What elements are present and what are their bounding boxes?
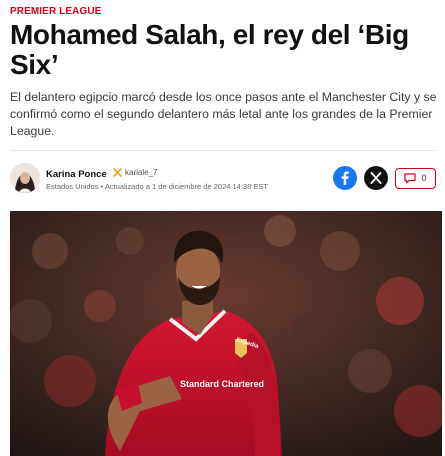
author-name[interactable]: Karina Ponce <box>46 169 107 180</box>
author-x-handle[interactable]: kariale_7 <box>113 168 157 177</box>
byline: Karina Ponce kariale_7 Estados Unidos • … <box>10 163 440 197</box>
jersey-sponsor: Standard Chartered <box>180 379 264 389</box>
article-headline: Mohamed Salah, el rey del ‘Big Six’ <box>10 19 409 80</box>
article-page: PREMIER LEAGUE Mohamed Salah, el rey del… <box>0 0 445 456</box>
comments-button[interactable]: 0 <box>395 167 436 189</box>
x-share-button[interactable] <box>364 166 388 190</box>
facebook-share-button[interactable] <box>333 166 357 190</box>
x-logo-icon <box>113 168 122 177</box>
article-meta: Estados Unidos • Actualizado a 1 de dici… <box>46 182 268 191</box>
comment-count: 0 <box>421 173 427 183</box>
divider <box>10 150 437 151</box>
section-kicker[interactable]: PREMIER LEAGUE <box>10 6 101 17</box>
comment-icon <box>404 172 417 184</box>
share-bar: 0 <box>333 166 436 190</box>
x-handle-text: kariale_7 <box>125 168 158 177</box>
x-icon <box>370 172 382 184</box>
author-avatar[interactable] <box>10 163 40 193</box>
hero-photo[interactable]: Standard Chartered Expedia <box>10 211 442 456</box>
article-lede: El delantero egipcio marcó desde los onc… <box>10 90 437 138</box>
facebook-icon <box>341 171 349 185</box>
